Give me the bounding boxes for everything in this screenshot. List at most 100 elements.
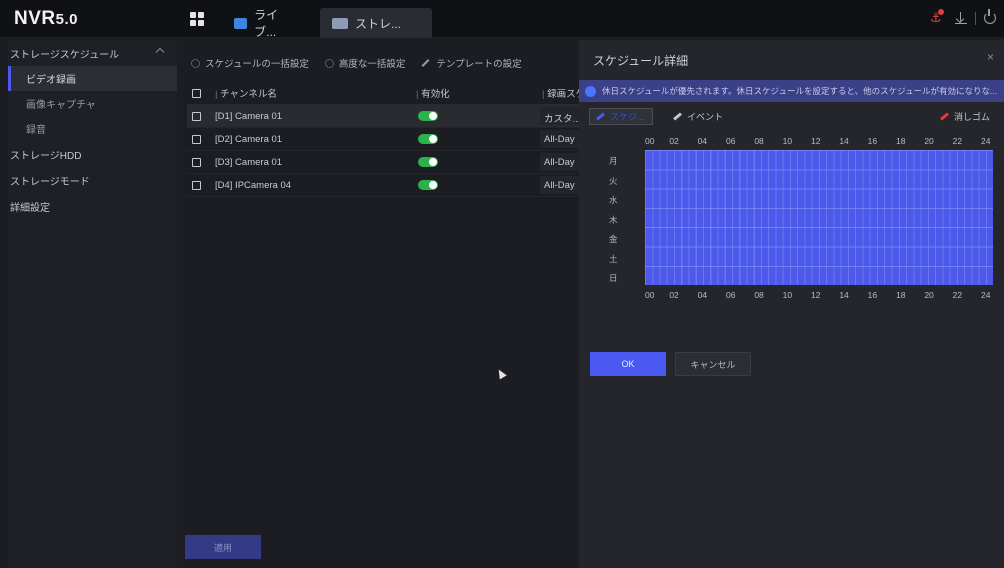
batch-schedule-button[interactable]: スケジュールの一括設定 — [191, 56, 309, 70]
row-checkbox[interactable] — [192, 157, 201, 167]
template-settings-label: テンプレートの設定 — [436, 59, 522, 70]
menu-grid-icon[interactable] — [190, 12, 204, 26]
event-tool-button[interactable]: イベント — [667, 108, 725, 125]
app-version: 5.0 — [55, 11, 78, 28]
holiday-notice: 休日スケジュールが優先されます。休日スケジュールを設定すると、他のスケジュールが… — [579, 80, 1004, 102]
camera-icon — [234, 17, 248, 29]
tab-live[interactable]: ライブ... — [222, 8, 304, 39]
day-label: 金 — [609, 234, 618, 244]
sidebar-item-audio-recording[interactable]: 録音 — [8, 116, 177, 141]
enable-toggle[interactable] — [418, 111, 438, 121]
table-row[interactable]: [D1] Camera 01 カスタ... — [187, 105, 580, 128]
sidebar: ストレージスケジュール ビデオ録画 画像キャプチャ 録音 ストレージHDD スト… — [8, 40, 177, 568]
hour-label: 02 — [669, 136, 679, 146]
channel-name: [D1] Camera 01 — [215, 110, 283, 122]
cancel-button[interactable]: キャンセル — [675, 352, 751, 376]
hour-label: 24 — [981, 136, 991, 146]
hour-label: 12 — [811, 136, 821, 146]
table-row[interactable]: [D2] Camera 01 All-Day — [187, 128, 580, 151]
hour-label: 20 — [924, 136, 934, 146]
channel-name: [D3] Camera 01 — [215, 156, 283, 168]
sidebar-item-label: ビデオ録画 — [26, 75, 76, 86]
table-header: チャンネル名 有効化 録画スケ — [187, 82, 585, 105]
sidebar-item-advanced[interactable]: 詳細設定 — [8, 193, 177, 219]
hour-label: 10 — [782, 136, 793, 146]
alarm-bell-icon[interactable]: ⚓ — [930, 9, 944, 24]
sidebar-item-storage-schedule[interactable]: ストレージスケジュール — [8, 40, 177, 66]
row-checkbox[interactable] — [192, 180, 201, 190]
eraser-icon — [940, 112, 949, 121]
hour-label: 04 — [697, 290, 708, 300]
tab-storage[interactable]: ストレ... — [320, 8, 432, 38]
divider — [975, 12, 976, 25]
sidebar-item-label: ストレージHDD — [10, 150, 82, 162]
select-all-checkbox[interactable] — [192, 88, 201, 98]
schedule-tool-button[interactable]: スケジ... — [589, 108, 653, 125]
sidebar-item-picture-capture[interactable]: 画像キャプチャ — [8, 91, 177, 116]
sidebar-item-label: 詳細設定 — [10, 202, 50, 214]
enable-toggle[interactable] — [418, 157, 438, 167]
schedule-grid[interactable] — [645, 150, 993, 285]
sidebar-item-storage-hdd[interactable]: ストレージHDD — [8, 141, 177, 167]
sidebar-item-label: ストレージスケジュール — [10, 49, 120, 61]
hour-label: 24 — [981, 290, 991, 300]
hour-label: 18 — [896, 136, 906, 146]
hour-label: 12 — [811, 290, 821, 300]
mouse-cursor-icon — [495, 367, 507, 380]
download-icon[interactable] — [955, 12, 967, 24]
day-label: 木 — [609, 214, 618, 225]
hour-label: 14 — [839, 136, 849, 146]
storage-icon — [332, 17, 348, 29]
row-checkbox[interactable] — [192, 134, 201, 144]
hour-label: 20 — [924, 290, 934, 300]
template-settings-button[interactable]: テンプレートの設定 — [421, 56, 522, 70]
schedule-select[interactable]: All-Day — [540, 153, 580, 171]
enable-toggle[interactable] — [418, 180, 438, 190]
ok-button[interactable]: OK — [590, 352, 666, 376]
advanced-batch-label: 高度な一括設定 — [338, 59, 406, 70]
channel-name: [D4] IPCamera 04 — [215, 179, 292, 191]
table-row[interactable]: [D3] Camera 01 All-Day — [187, 151, 580, 174]
hour-label: 08 — [754, 290, 764, 300]
wand-icon — [596, 112, 605, 121]
day-label: 土 — [609, 253, 618, 264]
wand-icon — [673, 112, 682, 121]
schedule-tool-label: スケジ... — [610, 112, 645, 122]
hour-label: 02 — [669, 290, 679, 300]
power-icon[interactable] — [984, 9, 996, 24]
close-icon[interactable]: × — [987, 50, 994, 64]
hour-labels-top: 00 02 04 06 08 10 12 14 16 18 20 22 24 — [645, 136, 1003, 148]
sidebar-item-label: 画像キャプチャ — [26, 100, 96, 111]
hour-label: 00 — [645, 290, 655, 300]
header-enabled: 有効化 — [416, 86, 450, 100]
panel-title: スケジュール詳細 — [593, 54, 689, 68]
schedule-select[interactable]: カスタ... — [540, 107, 580, 125]
enable-toggle[interactable] — [418, 134, 438, 144]
hour-label: 14 — [839, 290, 849, 300]
schedule-select[interactable]: All-Day — [540, 176, 580, 194]
sidebar-item-label: ストレージモード — [10, 176, 90, 188]
gear-icon — [191, 58, 200, 68]
hour-label: 04 — [697, 136, 708, 146]
hour-label: 00 — [645, 136, 655, 146]
schedule-select[interactable]: All-Day — [540, 130, 580, 148]
chevron-up-icon[interactable] — [155, 47, 165, 57]
app-title: NVR — [14, 8, 56, 29]
hour-label: 16 — [867, 290, 878, 300]
day-label: 火 — [609, 175, 618, 186]
day-labels: 月火水木金土日 — [609, 152, 629, 289]
header-channel-name: チャンネル名 — [215, 86, 277, 100]
hour-label: 10 — [782, 290, 793, 300]
info-icon — [585, 85, 596, 97]
apply-button[interactable]: 適用 — [185, 535, 261, 559]
hour-label: 08 — [754, 136, 764, 146]
tab-live-label: ライブ... — [254, 8, 279, 39]
sidebar-item-video-recording[interactable]: ビデオ録画 — [8, 66, 177, 91]
sidebar-item-storage-mode[interactable]: ストレージモード — [8, 167, 177, 193]
pencil-icon — [421, 59, 430, 67]
hour-label: 16 — [867, 136, 878, 146]
advanced-batch-button[interactable]: 高度な一括設定 — [324, 56, 406, 70]
table-row[interactable]: [D4] IPCamera 04 All-Day — [187, 174, 580, 197]
eraser-tool-button[interactable]: 消しゴム — [934, 108, 998, 125]
row-checkbox[interactable] — [192, 111, 201, 121]
